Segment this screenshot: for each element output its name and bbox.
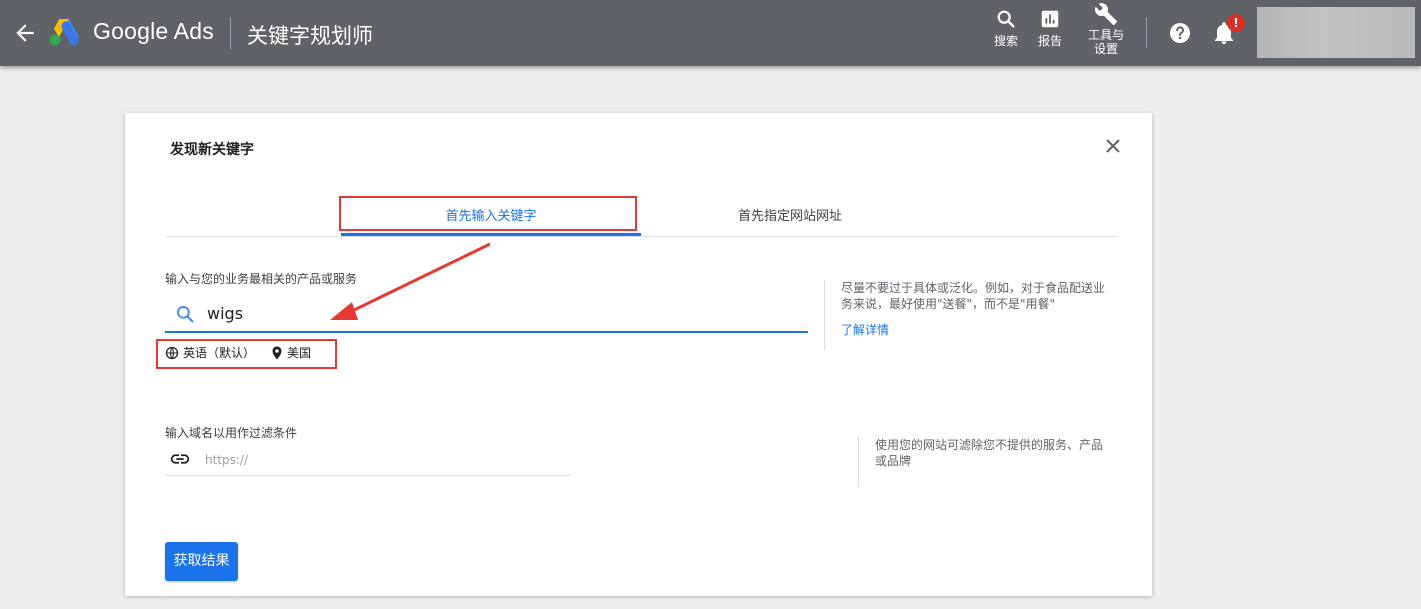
- search-button[interactable]: 搜索: [990, 8, 1022, 49]
- brand-name: Google Ads: [93, 18, 214, 44]
- dialog-title: 发现新关键字: [170, 142, 254, 158]
- learn-more-link[interactable]: 了解详情: [841, 321, 1106, 338]
- reports-button[interactable]: 报告: [1034, 8, 1066, 49]
- active-tab-indicator: [341, 233, 641, 236]
- reports-icon: [1041, 10, 1059, 28]
- tools-label-line2: 设置: [1093, 42, 1118, 56]
- account-avatar-blurred[interactable]: [1257, 7, 1415, 58]
- annotation-box-tab: [339, 196, 637, 231]
- help-icon[interactable]: [1168, 21, 1192, 45]
- link-icon: [170, 454, 190, 464]
- tab-enter-website[interactable]: 首先指定网站网址: [685, 205, 895, 224]
- reports-label: 报告: [1037, 34, 1062, 48]
- domain-tip: 使用您的网站可滤除您不提供的服务、产品或品牌: [858, 437, 1108, 487]
- back-arrow-icon[interactable]: [12, 20, 38, 46]
- keyword-tip-text: 尽量不要过于具体或泛化。例如，对于食品配送业务来说，最好使用"送餐"，而不是"用…: [841, 281, 1106, 311]
- search-icon: [997, 10, 1015, 28]
- top-app-bar: Google Ads 关键字规划师 搜索 报告 工具与 设置 !: [0, 0, 1421, 66]
- header-divider-right: [1146, 18, 1147, 48]
- tabs-divider: [165, 236, 1117, 237]
- header-divider: [230, 17, 231, 49]
- discover-keywords-dialog: 发现新关键字 首先输入关键字 首先指定网站网址 输入与您的业务最相关的产品或服务…: [125, 113, 1152, 596]
- tools-settings-button[interactable]: 工具与 设置: [1086, 2, 1126, 56]
- google-ads-logo: [49, 19, 79, 46]
- keyword-field-label: 输入与您的业务最相关的产品或服务: [165, 272, 358, 286]
- annotation-box-targeting: [156, 339, 337, 369]
- get-results-button[interactable]: 获取结果: [165, 542, 238, 581]
- domain-placeholder: https://: [205, 453, 249, 467]
- search-icon: [177, 306, 194, 323]
- domain-input[interactable]: https://: [165, 447, 571, 476]
- keyword-input[interactable]: wigs: [165, 295, 808, 333]
- domain-field-label: 输入域名以用作过滤条件: [165, 426, 298, 440]
- keyword-value: wigs: [207, 304, 244, 323]
- tools-label-line1: 工具与: [1087, 28, 1124, 42]
- domain-tip-text: 使用您的网站可滤除您不提供的服务、产品或品牌: [875, 438, 1104, 468]
- keyword-tip: 尽量不要过于具体或泛化。例如，对于食品配送业务来说，最好使用"送餐"，而不是"用…: [824, 280, 1106, 350]
- notification-badge: !: [1227, 14, 1245, 32]
- page-title: 关键字规划师: [247, 24, 373, 48]
- close-icon[interactable]: [1103, 136, 1123, 156]
- search-label: 搜索: [993, 34, 1018, 48]
- wrench-icon: [1094, 3, 1117, 26]
